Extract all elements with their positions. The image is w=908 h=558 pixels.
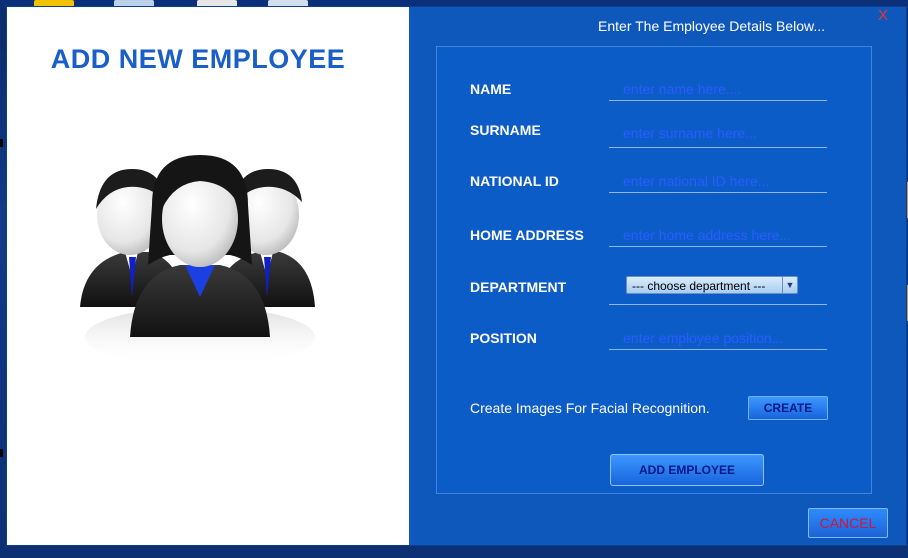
employees-group-icon — [80, 155, 315, 367]
employee-form: NAME SURNAME NATIONAL ID HOME ADDRESS DE… — [436, 46, 872, 494]
create-images-button[interactable]: CREATE — [748, 396, 828, 420]
close-button[interactable]: X — [878, 7, 888, 24]
surname-label: SURNAME — [470, 122, 541, 138]
add-employee-window: ADD NEW EMPLOYEE Enter The Employee Deta… — [7, 7, 906, 545]
national-id-input[interactable] — [609, 169, 827, 193]
position-input[interactable] — [609, 326, 827, 350]
department-label: DEPARTMENT — [470, 279, 567, 295]
department-field: --- choose department --- ▼ — [609, 271, 827, 305]
add-employee-button[interactable]: ADD EMPLOYEE — [610, 454, 764, 486]
left-panel: ADD NEW EMPLOYEE — [7, 7, 409, 545]
home-address-input[interactable] — [609, 223, 827, 247]
national-id-label: NATIONAL ID — [470, 173, 559, 189]
surname-input[interactable] — [609, 118, 827, 148]
department-selected-value: --- choose department --- — [632, 279, 766, 293]
desktop-edge — [0, 139, 3, 147]
desktop-edge — [0, 449, 3, 457]
position-label: POSITION — [470, 330, 537, 346]
name-label: NAME — [470, 81, 512, 97]
home-address-label: HOME ADDRESS — [470, 227, 584, 243]
right-panel: Enter The Employee Details Below... X NA… — [409, 7, 906, 545]
form-header: Enter The Employee Details Below... — [598, 18, 825, 34]
chevron-down-icon[interactable]: ▼ — [782, 277, 797, 293]
department-select[interactable]: --- choose department --- ▼ — [626, 276, 798, 294]
page-title: ADD NEW EMPLOYEE — [50, 44, 346, 74]
cancel-button[interactable]: CANCEL — [808, 508, 888, 538]
facial-recognition-text: Create Images For Facial Recognition. — [470, 400, 710, 416]
name-input[interactable] — [609, 77, 827, 101]
